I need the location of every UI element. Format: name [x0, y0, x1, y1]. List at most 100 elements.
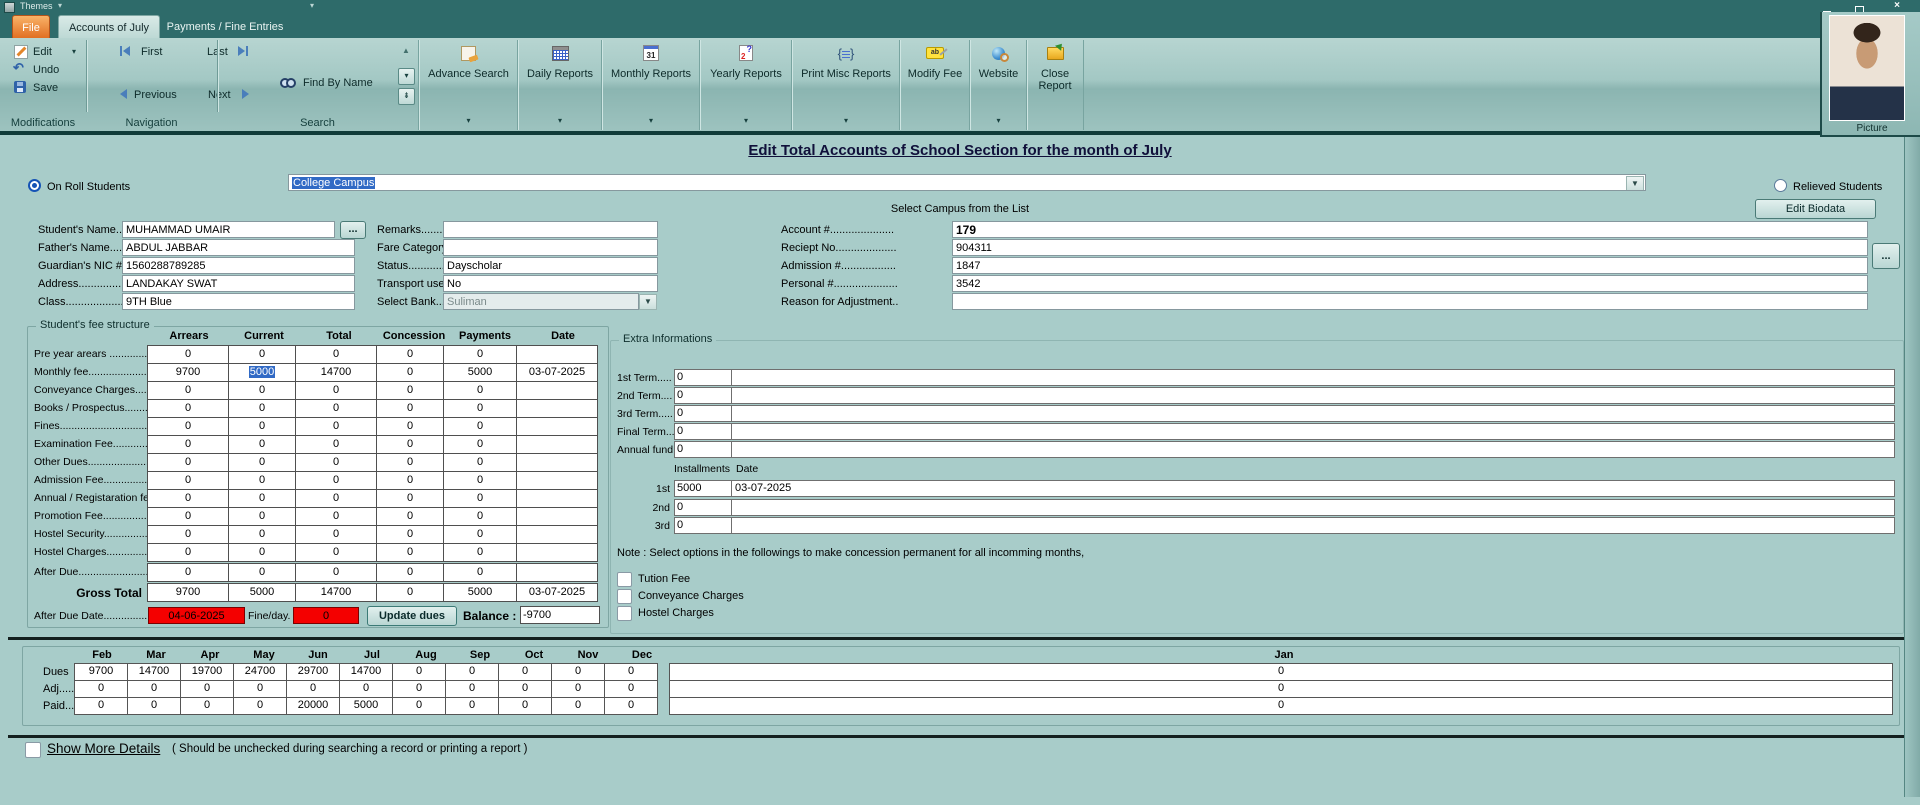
on-roll-students-radio[interactable] — [28, 179, 41, 192]
fee-cell[interactable]: 0 — [228, 489, 296, 508]
campus-dropdown-icon[interactable]: ▼ — [1626, 176, 1644, 190]
installment-amount-field[interactable]: 5000 — [674, 480, 732, 497]
term-detail-field[interactable] — [732, 387, 1895, 404]
fee-cell[interactable]: 0 — [147, 507, 229, 526]
fee-cell[interactable]: 0 — [443, 471, 517, 490]
fee-cell[interactable]: 0 — [228, 507, 296, 526]
fee-date-cell[interactable] — [516, 453, 598, 472]
reason-for-adjustment-field[interactable] — [952, 293, 1868, 310]
previous-button[interactable]: Previous — [134, 89, 177, 101]
fee-cell[interactable]: 0 — [376, 363, 444, 382]
tab-file[interactable]: File — [12, 15, 50, 40]
fee-cell[interactable]: 0 — [147, 381, 229, 400]
term-amount-field[interactable]: 0 — [674, 387, 732, 404]
themes-menu[interactable]: Themes — [20, 1, 53, 11]
modify-fee-button[interactable]: Modify Fee — [899, 40, 970, 130]
fee-cell[interactable]: 0 — [295, 507, 377, 526]
maximize-button[interactable] — [1848, 1, 1870, 14]
receipt-number-field[interactable]: 904311 — [952, 239, 1868, 256]
monthly-reports-button[interactable]: Monthly Reports ▾ — [601, 40, 700, 130]
first-button[interactable]: First — [141, 46, 162, 58]
close-report-button[interactable]: Close Report — [1026, 40, 1084, 130]
fine-per-day-field[interactable]: 0 — [293, 607, 359, 624]
class-field[interactable]: 9TH Blue — [122, 293, 355, 310]
fee-cell[interactable]: 9700 — [147, 363, 229, 382]
term-detail-field[interactable] — [732, 405, 1895, 422]
fee-cell[interactable]: 0 — [228, 525, 296, 544]
campus-combobox[interactable]: College Campus ▼ — [288, 174, 1646, 191]
daily-reports-button[interactable]: Daily Reports ▾ — [517, 40, 602, 130]
advance-search-button[interactable]: Advance Search ▾ — [418, 40, 518, 130]
fee-cell[interactable]: 0 — [147, 345, 229, 364]
fee-cell[interactable]: 0 — [228, 435, 296, 454]
guardian-nic-field[interactable]: 1560288789285 — [122, 257, 355, 274]
student-name-browse-button[interactable]: ... — [340, 221, 366, 239]
fee-cell[interactable]: 0 — [147, 489, 229, 508]
fee-cell[interactable]: 0 — [147, 525, 229, 544]
fee-cell[interactable]: 0 — [147, 417, 229, 436]
installment-date-field[interactable] — [732, 499, 1895, 516]
term-amount-field[interactable]: 0 — [674, 423, 732, 440]
fee-cell[interactable]: 0 — [376, 543, 444, 562]
edit-button[interactable]: Edit — [33, 46, 52, 58]
fee-cell[interactable]: 0 — [228, 417, 296, 436]
fee-cell[interactable]: 0 — [376, 399, 444, 418]
fee-cell[interactable]: 0 — [295, 417, 377, 436]
fee-cell[interactable]: 0 — [443, 417, 517, 436]
ribbon-pin-button[interactable]: ⇟ — [398, 88, 415, 105]
fee-cell[interactable]: 0 — [228, 453, 296, 472]
fee-cell[interactable]: 0 — [295, 381, 377, 400]
fee-cell[interactable]: 0 — [228, 563, 296, 582]
ribbon-expand-button[interactable]: ▾ — [398, 68, 415, 85]
admission-number-field[interactable]: 1847 — [952, 257, 1868, 274]
close-button[interactable]: × — [1886, 1, 1908, 12]
fee-cell[interactable]: 0 — [295, 525, 377, 544]
themes-caret-icon[interactable]: ▾ — [58, 1, 62, 10]
fare-category-field[interactable] — [443, 239, 658, 256]
fee-cell[interactable]: 0 — [376, 563, 444, 582]
after-due-date-field[interactable]: 04-06-2025 — [148, 607, 245, 624]
fee-date-cell[interactable] — [516, 417, 598, 436]
fee-date-cell[interactable] — [516, 507, 598, 526]
fee-cell[interactable]: 0 — [376, 471, 444, 490]
fee-cell[interactable]: 0 — [147, 399, 229, 418]
fee-date-cell[interactable] — [516, 543, 598, 562]
fee-cell[interactable]: 0 — [376, 381, 444, 400]
fee-date-cell[interactable] — [516, 489, 598, 508]
fee-cell[interactable]: 0 — [147, 435, 229, 454]
undo-button[interactable]: Undo — [33, 64, 59, 76]
father-name-field[interactable]: ABDUL JABBAR — [122, 239, 355, 256]
fee-cell[interactable]: 0 — [228, 381, 296, 400]
fee-cell[interactable]: 0 — [228, 471, 296, 490]
fee-cell[interactable]: 0 — [295, 563, 377, 582]
chevron-down-icon[interactable]: ▾ — [996, 116, 1000, 125]
personal-number-field[interactable]: 3542 — [952, 275, 1868, 292]
fee-cell[interactable]: 0 — [295, 453, 377, 472]
relieved-students-radio[interactable] — [1774, 179, 1787, 192]
fee-cell[interactable]: 0 — [147, 543, 229, 562]
term-amount-field[interactable]: 0 — [674, 405, 732, 422]
fee-cell[interactable]: 0 — [376, 507, 444, 526]
fee-cell[interactable]: 0 — [443, 543, 517, 562]
fee-cell[interactable]: 0 — [295, 345, 377, 364]
update-dues-button[interactable]: Update dues — [367, 605, 457, 626]
term-detail-field[interactable] — [732, 441, 1895, 458]
fee-cell[interactable]: 0 — [147, 471, 229, 490]
fee-cell[interactable]: 0 — [376, 417, 444, 436]
chevron-down-icon[interactable]: ▾ — [744, 116, 748, 125]
select-bank-dropdown-icon[interactable]: ▼ — [639, 294, 657, 310]
show-more-details-checkbox[interactable] — [25, 742, 41, 758]
fee-cell[interactable]: 0 — [376, 453, 444, 472]
fee-cell[interactable]: 0 — [147, 563, 229, 582]
chevron-down-icon[interactable]: ▾ — [558, 116, 562, 125]
account-browse-button[interactable]: ... — [1872, 243, 1900, 269]
term-amount-field[interactable]: 0 — [674, 369, 732, 386]
fee-date-cell[interactable] — [516, 435, 598, 454]
tab-accounts-of-july[interactable]: Accounts of July — [58, 15, 160, 39]
fee-date-cell[interactable]: 03-07-2025 — [516, 363, 598, 382]
address-field[interactable]: LANDAKAY SWAT — [122, 275, 355, 292]
fee-cell[interactable]: 0 — [228, 543, 296, 562]
fee-cell[interactable]: 0 — [147, 453, 229, 472]
installment-amount-field[interactable]: 0 — [674, 499, 732, 516]
select-bank-combobox[interactable]: Suliman — [443, 293, 639, 310]
